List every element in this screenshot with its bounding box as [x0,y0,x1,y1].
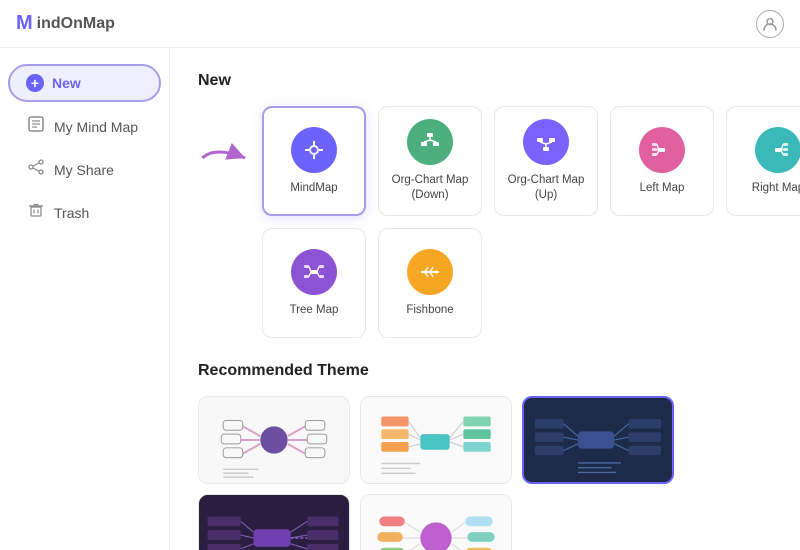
theme-grid [198,396,772,550]
theme-card-5[interactable] [360,494,512,550]
new-label: New [52,75,81,91]
sidebar-item-my-share-label: My Share [54,162,114,178]
tree-label: Tree Map [290,303,339,318]
theme-row-1 [198,396,772,484]
sidebar-item-my-share[interactable]: My Share [8,149,161,190]
fishbone-icon [407,249,453,295]
map-card-tree[interactable]: Tree Map [262,228,366,338]
org-up-icon [523,119,569,165]
right-map-icon [755,127,800,173]
sidebar-item-my-mind-map[interactable]: My Mind Map [8,106,161,147]
share-icon [28,159,44,180]
sidebar-item-trash[interactable]: Trash [8,192,161,233]
new-button[interactable]: + New [8,64,161,102]
theme-card-3[interactable] [522,396,674,484]
header: MindOnMap [0,0,800,48]
recommended-section: Recommended Theme [198,362,772,550]
sidebar: + New My Mind Map [0,48,170,550]
new-section-title: New [198,72,772,90]
logo-text: indOnMap [37,15,115,33]
map-row-2: Tree Map [262,228,800,338]
left-map-label: Left Map [640,181,685,196]
theme-card-1[interactable] [198,396,350,484]
layout: + New My Mind Map [0,48,800,550]
sidebar-item-my-mind-map-label: My Mind Map [54,119,138,135]
theme-card-4[interactable] [198,494,350,550]
trash-icon [28,202,44,223]
new-section: MindMap [198,106,772,338]
org-down-label: Org-Chart Map(Down) [392,173,469,203]
user-avatar[interactable] [756,10,784,38]
map-card-left-map[interactable]: Left Map [610,106,714,216]
org-down-icon [407,119,453,165]
right-map-label: Right Map [752,181,800,196]
mind-map-icon [28,116,44,137]
org-up-label: Org-Chart Map (Up) [495,173,597,203]
arrow-wrapper [198,106,258,180]
left-map-icon [639,127,685,173]
logo-m: M [16,12,33,35]
tree-icon [291,249,337,295]
theme-card-2[interactable] [360,396,512,484]
mindmap-label: MindMap [290,181,337,196]
main-content: New [170,48,800,550]
map-card-mindmap[interactable]: MindMap [262,106,366,216]
theme-row-2 [198,494,772,550]
map-card-fishbone[interactable]: Fishbone [378,228,482,338]
plus-icon: + [26,74,44,92]
map-card-org-down[interactable]: Org-Chart Map(Down) [378,106,482,216]
sidebar-item-trash-label: Trash [54,205,89,221]
fishbone-label: Fishbone [406,303,453,318]
mindmap-icon [291,127,337,173]
map-grid: MindMap [262,106,800,338]
arrow-icon [198,136,258,180]
map-card-org-up[interactable]: Org-Chart Map (Up) [494,106,598,216]
map-row-1: MindMap [262,106,800,216]
map-card-right-map[interactable]: Right Map [726,106,800,216]
logo: MindOnMap [16,12,115,35]
recommended-title: Recommended Theme [198,362,772,380]
